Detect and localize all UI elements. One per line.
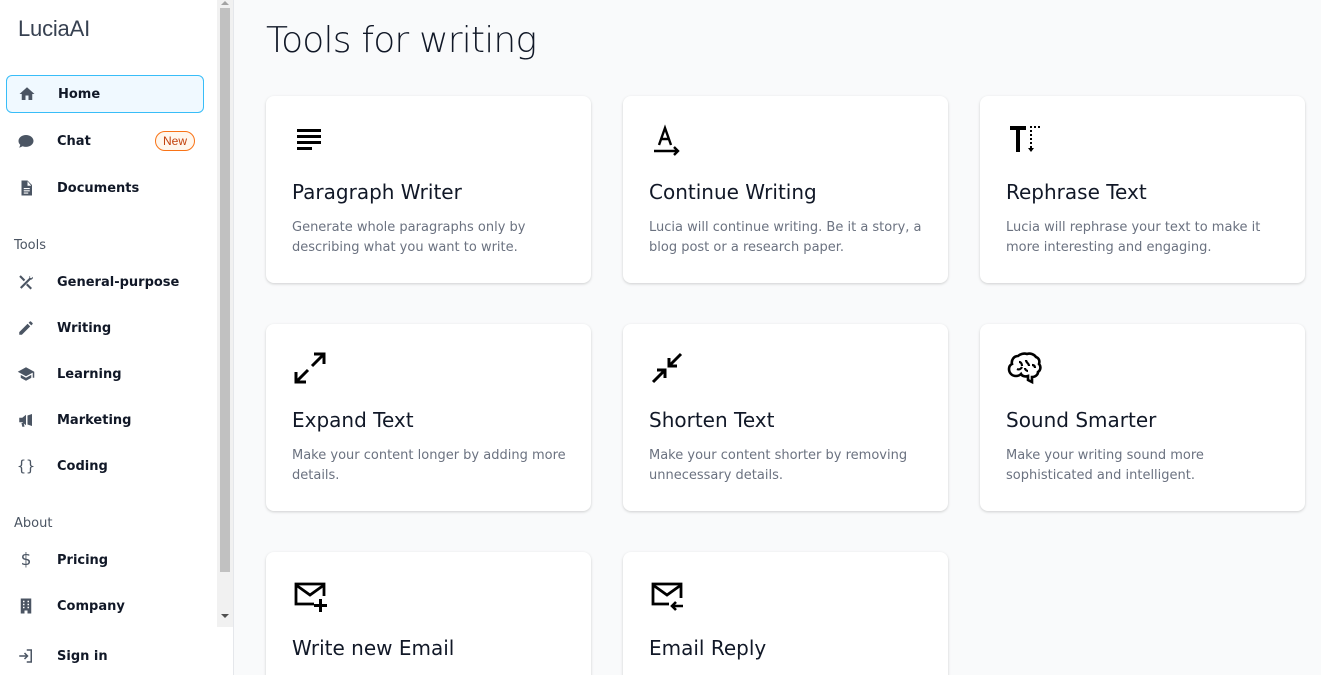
nav-item-documents-label: Documents [57, 180, 140, 196]
brain-icon [1006, 350, 1046, 390]
card-email-reply[interactable]: Email Reply [623, 552, 948, 675]
sidebar: LuciaAI Home Chat New Documents Tools Ge… [0, 0, 217, 675]
card-title: Continue Writing [649, 180, 817, 204]
pencil-icon [16, 318, 36, 338]
sidebar-divider [233, 0, 234, 675]
sign-in-label: Sign in [57, 648, 108, 664]
card-title: Shorten Text [649, 408, 775, 432]
card-description: Lucia will rephrase your text to make it… [1006, 220, 1261, 255]
sign-in-button[interactable]: Sign in [6, 637, 204, 675]
nav-item-pricing[interactable]: $ Pricing [6, 541, 204, 579]
paragraph-icon [292, 122, 332, 162]
card-paragraph-writer[interactable]: Paragraph Writer Generate whole paragrap… [266, 96, 591, 283]
nav-item-home-label: Home [58, 86, 101, 102]
card-description: Lucia will continue writing. Be it a sto… [649, 220, 922, 255]
section-label-about: About [14, 516, 53, 531]
nav-item-chat-label: Chat [57, 133, 91, 149]
megaphone-icon [16, 410, 36, 430]
nav-item-company-label: Company [57, 598, 125, 614]
login-icon [16, 646, 36, 666]
card-description: Make your content longer by adding more … [292, 448, 566, 483]
card-rephrase-text[interactable]: Rephrase Text Lucia will rephrase your t… [980, 96, 1305, 283]
brand-logo[interactable]: LuciaAI [18, 16, 90, 42]
nav-item-home[interactable]: Home [6, 75, 204, 113]
card-title: Paragraph Writer [292, 180, 462, 204]
nav-item-coding[interactable]: {} Coding [6, 447, 204, 485]
nav-item-company[interactable]: Company [6, 587, 204, 625]
document-icon [16, 178, 36, 198]
card-sound-smarter[interactable]: Sound Smarter Make your writing sound mo… [980, 324, 1305, 511]
new-badge: New [154, 131, 195, 151]
card-description: Make your content shorter by removing un… [649, 448, 908, 483]
chat-bubble-icon [16, 131, 36, 151]
card-title: Expand Text [292, 408, 414, 432]
nav-item-general-purpose-label: General-purpose [57, 274, 180, 290]
collapse-arrows-icon [649, 350, 689, 390]
email-reply-icon [649, 578, 689, 618]
page-title: Tools for writing [266, 20, 537, 61]
building-icon [16, 596, 36, 616]
card-continue-writing[interactable]: Continue Writing Lucia will continue wri… [623, 96, 948, 283]
text-continue-icon [649, 122, 689, 162]
nav-item-writing[interactable]: Writing [6, 309, 204, 347]
nav-item-writing-label: Writing [57, 320, 112, 336]
tools-icon [16, 272, 36, 292]
section-label-tools: Tools [14, 238, 47, 253]
nav-item-marketing-label: Marketing [57, 412, 132, 428]
card-title: Sound Smarter [1006, 408, 1157, 432]
email-plus-icon [292, 578, 332, 618]
scroll-down-icon[interactable] [220, 612, 230, 620]
nav-item-marketing[interactable]: Marketing [6, 401, 204, 439]
card-description: Generate whole paragraphs only by descri… [292, 220, 526, 255]
card-expand-text[interactable]: Expand Text Make your content longer by … [266, 324, 591, 511]
card-title: Email Reply [649, 636, 767, 660]
expand-arrows-icon [292, 350, 332, 390]
nav-item-learning-label: Learning [57, 366, 122, 382]
nav-item-pricing-label: Pricing [57, 552, 109, 568]
text-rotate-icon [1006, 122, 1046, 162]
sidebar-scrollbar-thumb[interactable] [220, 8, 230, 572]
nav-item-learning[interactable]: Learning [6, 355, 204, 393]
home-icon [17, 84, 37, 104]
card-title: Write new Email [292, 636, 455, 660]
scroll-up-icon[interactable] [220, 0, 230, 6]
card-description: Make your writing sound more sophisticat… [1006, 448, 1204, 483]
dollar-icon: $ [20, 550, 32, 570]
signin-area: Sign in [0, 627, 233, 675]
graduation-cap-icon [16, 364, 36, 384]
nav-item-chat[interactable]: Chat New [6, 122, 204, 160]
card-shorten-text[interactable]: Shorten Text Make your content shorter b… [623, 324, 948, 511]
nav-item-documents[interactable]: Documents [6, 169, 204, 207]
nav-item-general-purpose[interactable]: General-purpose [6, 263, 204, 301]
card-title: Rephrase Text [1006, 180, 1147, 204]
nav-item-coding-label: Coding [57, 458, 108, 474]
curly-braces-icon: {} [16, 457, 36, 475]
card-write-new-email[interactable]: Write new Email [266, 552, 591, 675]
